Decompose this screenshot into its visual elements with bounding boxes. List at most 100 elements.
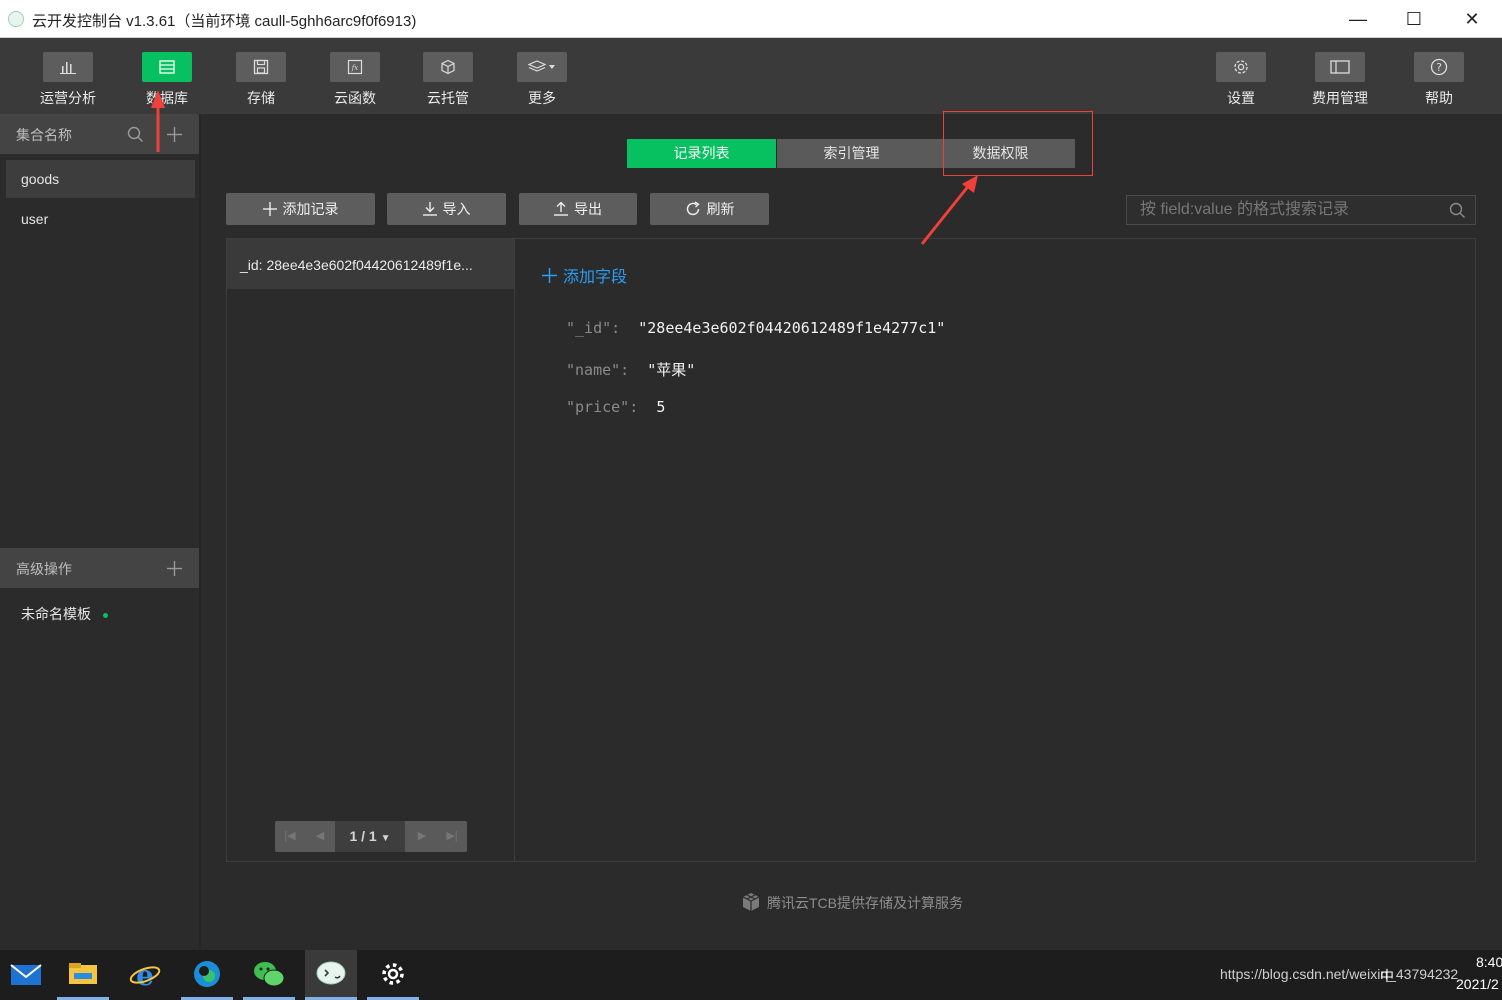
sidebar: 集合名称 goods user 高级操作 未命名模板: [0, 114, 201, 950]
refresh-icon: [686, 201, 700, 216]
wechat-icon: [254, 961, 285, 986]
chevron-down-icon: ▼: [380, 833, 391, 844]
prev-page-button[interactable]: ◀: [305, 821, 335, 852]
field-key: "name":: [566, 361, 630, 379]
database-icon: [159, 60, 175, 74]
svg-text:e: e: [136, 960, 154, 990]
tool-label: 更多: [528, 90, 556, 106]
tab-index-management[interactable]: 索引管理: [777, 139, 926, 168]
tool-label: 云函数: [334, 90, 376, 106]
first-page-button[interactable]: |◀: [275, 821, 305, 852]
upload-icon: [554, 202, 568, 216]
tool-billing-button[interactable]: 费用管理: [1300, 52, 1380, 108]
field-value: "28ee4e3e602f04420612489f1e4277c1": [638, 319, 946, 337]
unsaved-dot-icon: [102, 612, 108, 618]
tencent-cloud-logo-icon: [742, 893, 760, 911]
search-icon[interactable]: [1449, 202, 1466, 219]
tray-watermark-text: https://blog.csdn.net/weixin_43794232: [1220, 966, 1459, 982]
tool-cloud-function-button[interactable]: fx 云函数: [315, 52, 395, 108]
taskbar-wechat-devtools[interactable]: [305, 950, 357, 1000]
field-row[interactable]: "price": 5: [566, 398, 665, 416]
clock-time[interactable]: 8:40: [1476, 954, 1502, 970]
function-icon: fx: [347, 59, 363, 75]
close-button[interactable]: ✕: [1458, 6, 1486, 32]
tool-storage-button[interactable]: 存储: [221, 52, 301, 108]
tab-record-list[interactable]: 记录列表: [627, 139, 776, 168]
bar-chart-icon: [60, 62, 76, 74]
ie-icon: e: [129, 960, 161, 990]
taskbar-edge[interactable]: [181, 950, 233, 1000]
minimize-button[interactable]: —: [1344, 6, 1372, 32]
record-document: 添加字段 "_id": "28ee4e3e602f04420612489f1e4…: [516, 239, 1476, 861]
field-row[interactable]: "name": "苹果": [566, 359, 695, 380]
tool-analytics-button[interactable]: 运营分析: [28, 52, 108, 108]
tool-label: 云托管: [427, 90, 469, 106]
svg-text:?: ?: [1436, 61, 1442, 74]
tool-more-button[interactable]: 更多: [502, 52, 582, 108]
help-icon: ?: [1430, 58, 1448, 76]
ime-indicator[interactable]: 中: [1380, 966, 1394, 986]
wechat-devtools-icon: [316, 961, 346, 984]
collection-item-goods[interactable]: goods: [6, 160, 195, 198]
field-row[interactable]: "_id": "28ee4e3e602f04420612489f1e4277c1…: [566, 319, 945, 337]
add-field-label: 添加字段: [563, 269, 628, 286]
main-toolbar: 运营分析 数据库 存储 fx 云函数 云托管 更多 设置 费用管理 ? 帮助: [0, 38, 1502, 114]
add-record-button[interactable]: 添加记录: [226, 193, 375, 225]
export-button[interactable]: 导出: [519, 193, 637, 225]
tool-help-button[interactable]: ? 帮助: [1399, 52, 1479, 108]
tool-label: 运营分析: [40, 90, 96, 106]
record-search-input[interactable]: [1127, 196, 1437, 224]
taskbar-ie[interactable]: e: [119, 950, 171, 1000]
plus-icon: [542, 267, 557, 283]
refresh-label: 刷新: [706, 201, 735, 217]
tool-label: 费用管理: [1312, 90, 1368, 106]
record-search-box: [1126, 195, 1476, 225]
save-icon: [253, 59, 269, 75]
record-list-item[interactable]: _id: 28ee4e3e602f04420612489f1e...: [227, 239, 514, 289]
import-button[interactable]: 导入: [387, 193, 506, 225]
taskbar-wechat[interactable]: [243, 950, 295, 1000]
settings-icon: [382, 962, 404, 985]
tool-label: 帮助: [1425, 90, 1453, 106]
add-record-label: 添加记录: [282, 201, 339, 217]
search-icon[interactable]: [127, 126, 144, 143]
export-label: 导出: [574, 201, 602, 217]
field-value: 5: [656, 398, 666, 416]
tool-settings-button[interactable]: 设置: [1201, 52, 1281, 108]
pagination: |◀ ◀ 1 / 1 ▼ ▶ ▶|: [275, 821, 467, 852]
maximize-button[interactable]: ☐: [1400, 6, 1428, 32]
last-page-button[interactable]: ▶|: [437, 821, 467, 852]
layers-icon: [528, 60, 555, 72]
download-icon: [422, 202, 437, 216]
plus-icon: [262, 202, 277, 216]
mail-icon: [10, 964, 42, 985]
add-field-button[interactable]: 添加字段: [542, 263, 627, 287]
add-template-icon[interactable]: [166, 560, 183, 577]
record-list: _id: 28ee4e3e602f04420612489f1e... |◀ ◀ …: [227, 239, 515, 861]
field-value: "苹果": [647, 361, 696, 379]
import-label: 导入: [442, 201, 471, 217]
gear-icon: [1234, 60, 1248, 74]
main-content: 记录列表 索引管理 数据权限 添加记录 导入 导出 刷新 _id: 28ee4e…: [202, 114, 1502, 950]
next-page-button[interactable]: ▶: [407, 821, 437, 852]
taskbar-settings[interactable]: [367, 950, 419, 1000]
tool-label: 数据库: [146, 90, 188, 106]
tool-label: 设置: [1227, 90, 1255, 106]
svg-text:fx: fx: [351, 64, 359, 72]
add-collection-icon[interactable]: [166, 126, 183, 143]
template-item[interactable]: 未命名模板: [6, 595, 195, 633]
taskbar-file-explorer[interactable]: [57, 950, 109, 1000]
clock-date[interactable]: 2021/2: [1456, 976, 1499, 992]
template-item-label: 未命名模板: [21, 606, 91, 622]
windows-taskbar: e https://blog.csdn.net/weixin_43794232 …: [0, 950, 1502, 1000]
tool-label: 存储: [247, 90, 275, 106]
collection-item-user[interactable]: user: [6, 200, 195, 238]
records-panel: _id: 28ee4e3e602f04420612489f1e... |◀ ◀ …: [226, 238, 1476, 862]
refresh-button[interactable]: 刷新: [650, 193, 769, 225]
cube-icon: [441, 59, 455, 75]
tool-cloud-hosting-button[interactable]: 云托管: [408, 52, 488, 108]
tool-database-button[interactable]: 数据库: [127, 52, 207, 108]
taskbar-mail[interactable]: [0, 950, 52, 1000]
page-select[interactable]: 1 / 1 ▼: [335, 821, 405, 852]
edge-icon: [194, 960, 220, 987]
